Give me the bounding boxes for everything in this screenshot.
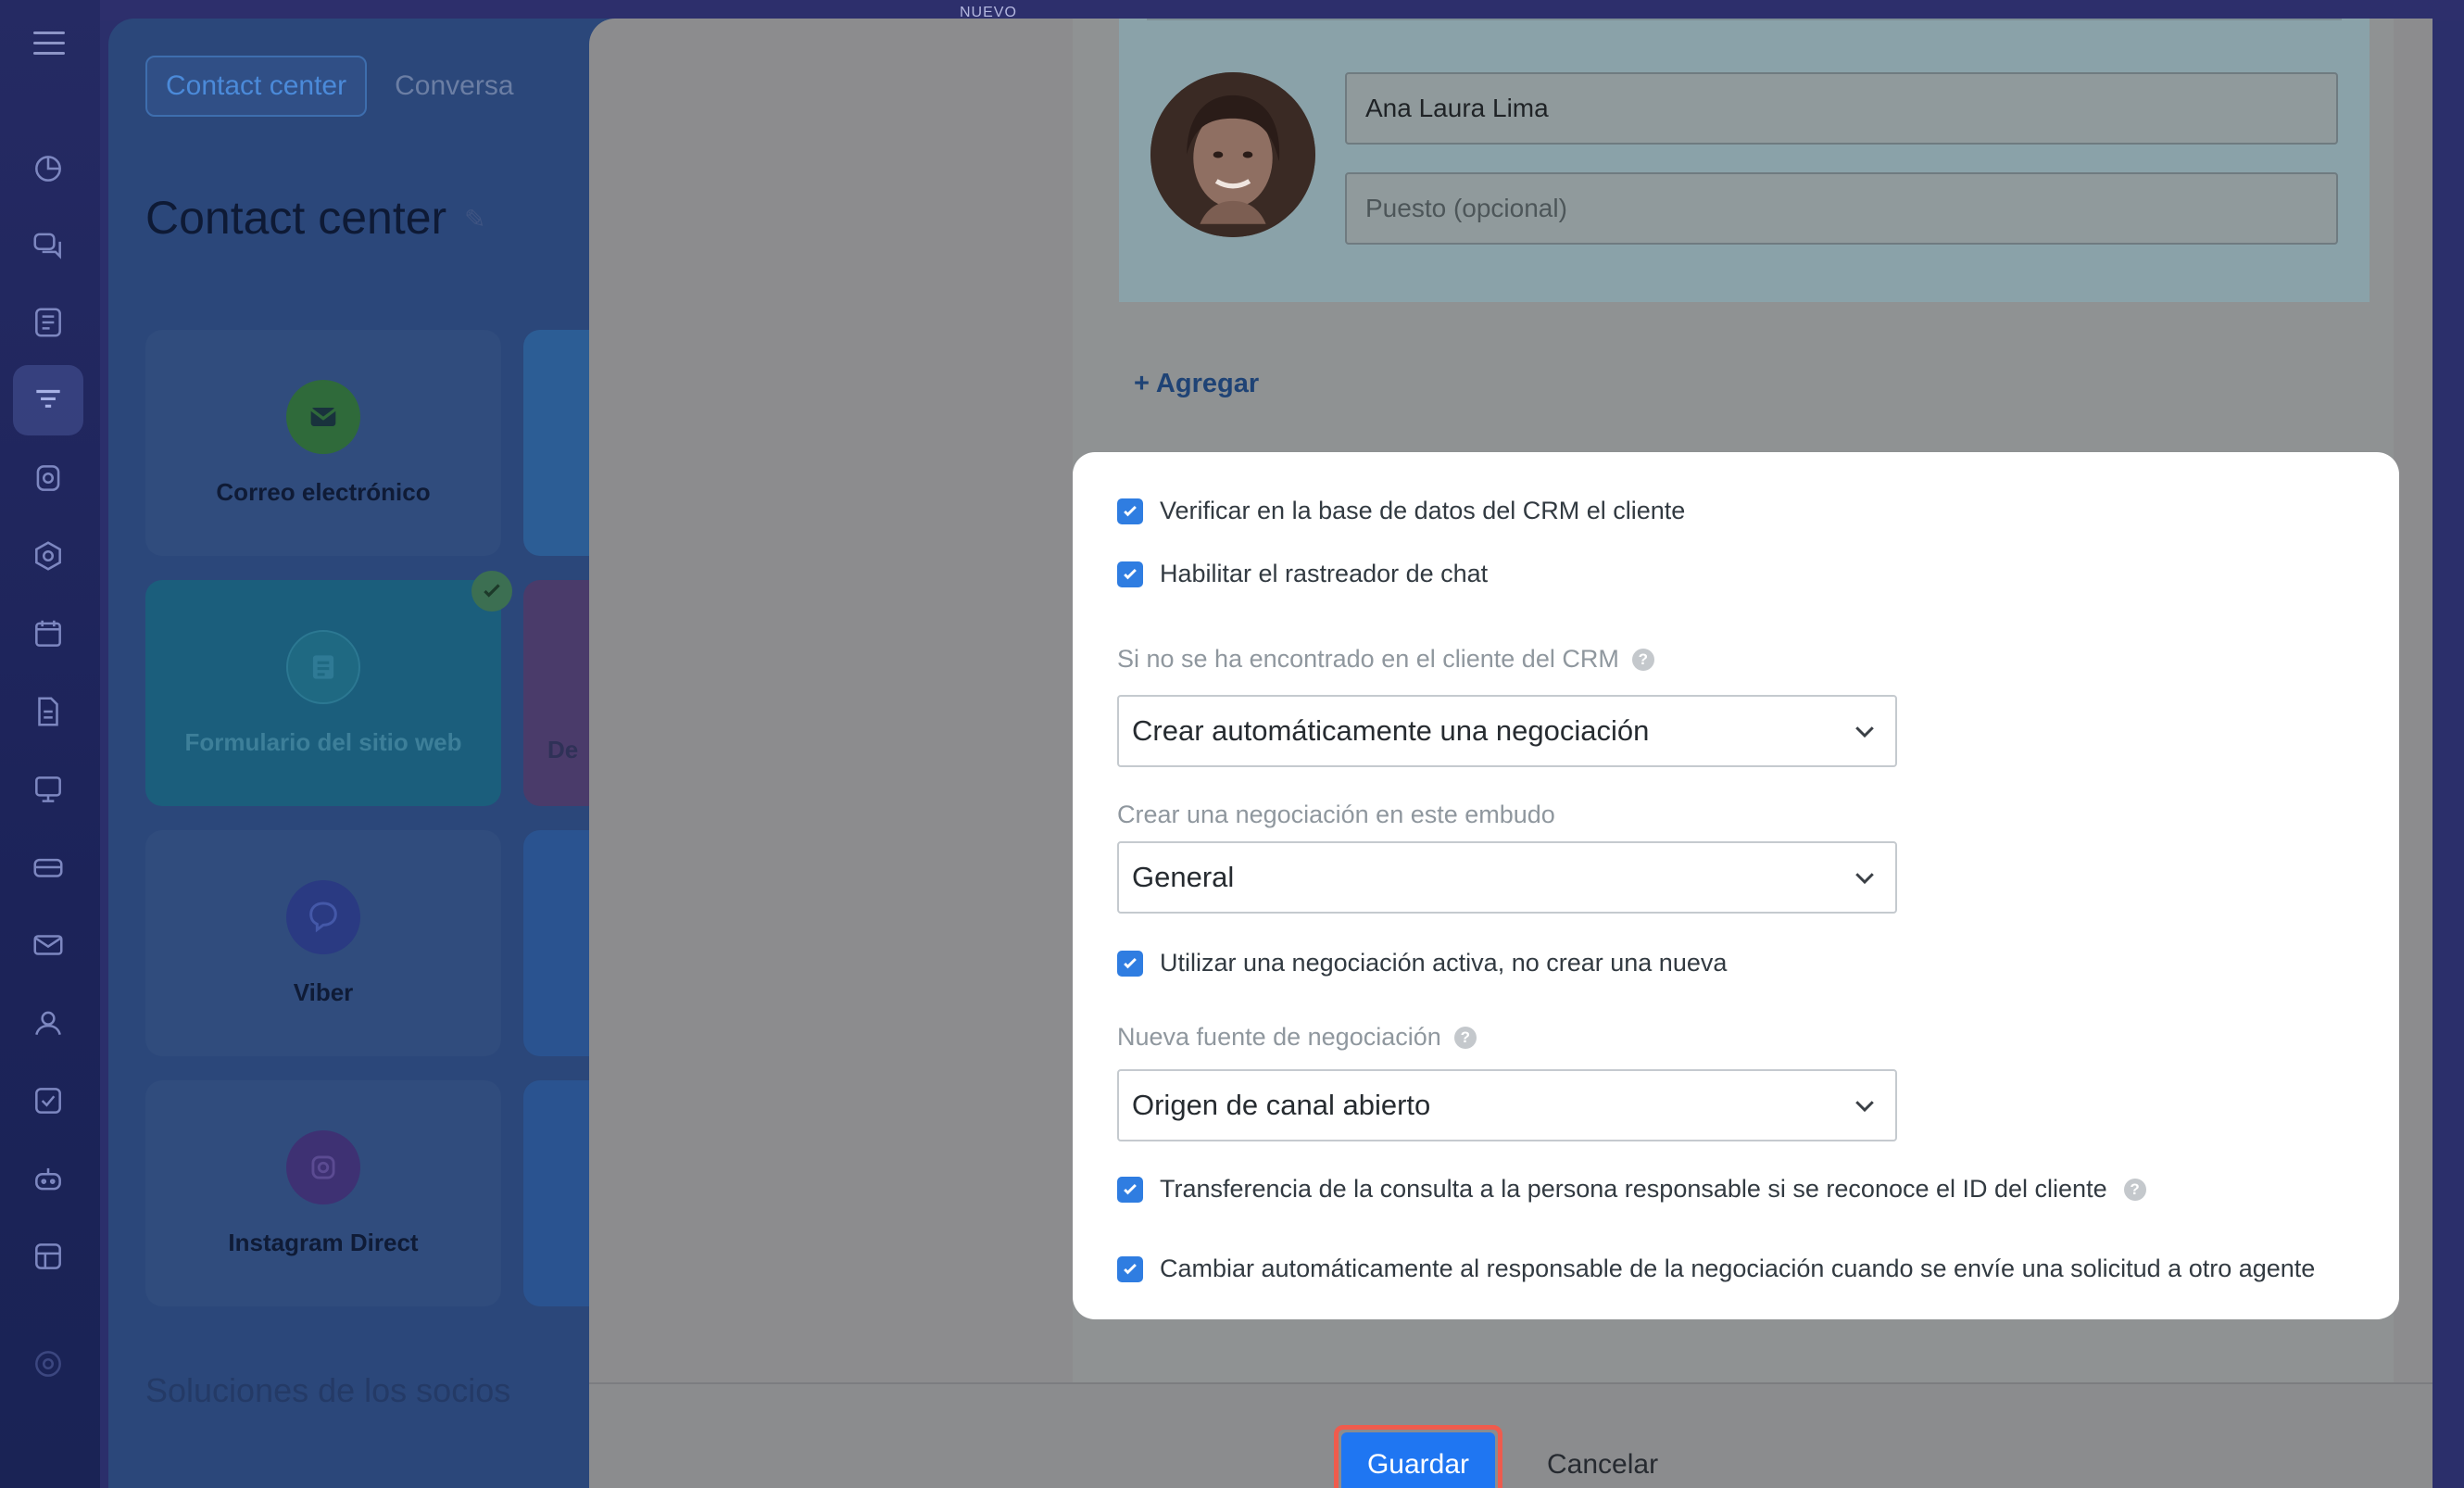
help-icon[interactable]: ?: [1631, 648, 1654, 671]
slider-footer: Guardar Cancelar: [589, 1382, 2433, 1488]
left-sidebar: [0, 0, 100, 1488]
table-icon[interactable]: [13, 1221, 83, 1292]
presentation-icon[interactable]: [13, 754, 83, 825]
form-icon: [286, 629, 360, 704]
card-viber[interactable]: Viber: [145, 830, 501, 1056]
chart-icon[interactable]: [13, 133, 83, 204]
help-icon[interactable]: [13, 1329, 83, 1399]
card-stub[interactable]: [523, 330, 597, 556]
card-label: Instagram Direct: [228, 1228, 419, 1256]
change-responsible-row[interactable]: Cambiar automáticamente al responsable d…: [1117, 1255, 2315, 1283]
chevron-down-icon: [1855, 873, 1874, 885]
chevron-down-icon: [1855, 726, 1874, 738]
robot-icon[interactable]: [13, 1143, 83, 1214]
pipeline-select[interactable]: General: [1117, 841, 1897, 914]
checkbox-checked-icon[interactable]: [1117, 1255, 1143, 1282]
name-input[interactable]: [1365, 94, 2336, 123]
checkbox-label: Habilitar el rastreador de chat: [1160, 560, 1489, 587]
select-value: Crear automáticamente una negociación: [1132, 714, 1650, 747]
checkbox-label: Cambiar automáticamente al responsable d…: [1160, 1255, 2316, 1282]
checkbox-label: Verificar en la base de datos del CRM el…: [1160, 497, 1686, 524]
checkbox-label: Utilizar una negociación activa, no crea…: [1160, 949, 1728, 977]
avatar[interactable]: [1150, 72, 1315, 237]
name-field[interactable]: [1345, 72, 2338, 145]
card-email[interactable]: Correo electrónico: [145, 330, 501, 556]
checkbox-label: Transferencia de la consulta a la person…: [1160, 1175, 2107, 1203]
top-strip: NUEVO: [100, 0, 2464, 20]
checkbox-checked-icon[interactable]: [1117, 498, 1143, 524]
cancel-button[interactable]: Cancelar: [1547, 1432, 1658, 1488]
card-stub[interactable]: [523, 1080, 597, 1306]
checkbox-checked-icon[interactable]: [1117, 1176, 1143, 1203]
connected-check-icon: [471, 571, 512, 612]
responsible-person-box: [1119, 19, 2370, 302]
hexagon-icon[interactable]: [13, 521, 83, 591]
viber-icon: [286, 879, 360, 954]
chat-icon[interactable]: [13, 209, 83, 280]
menu-icon[interactable]: [33, 32, 65, 56]
card-label: Correo electrónico: [216, 477, 431, 506]
add-person-link[interactable]: + Agregar: [1134, 369, 1259, 399]
position-field[interactable]: [1345, 172, 2338, 245]
cube-icon[interactable]: [13, 443, 83, 513]
position-input[interactable]: [1365, 194, 2336, 223]
source-select[interactable]: Origen de canal abierto: [1117, 1069, 1897, 1141]
tab-contact-center[interactable]: Contact center: [145, 56, 368, 117]
tabs: Contact center Conversa: [145, 56, 514, 117]
transfer-row[interactable]: Transferencia de la consulta a la person…: [1117, 1175, 2146, 1204]
card-website-form[interactable]: Formulario del sitio web: [145, 580, 501, 806]
card-instagram[interactable]: Instagram Direct: [145, 1080, 501, 1306]
select-value: Origen de canal abierto: [1132, 1089, 1431, 1121]
card-stub[interactable]: [523, 830, 597, 1056]
checkbox-checked-icon[interactable]: [1117, 561, 1143, 587]
funnel-icon[interactable]: [13, 365, 83, 435]
select-value: General: [1132, 861, 1235, 893]
save-button[interactable]: Guardar: [1341, 1432, 1495, 1488]
help-icon[interactable]: ?: [1453, 1026, 1477, 1049]
chevron-down-icon: [1855, 1101, 1874, 1113]
instagram-icon: [286, 1129, 360, 1204]
card-stub-label: De: [547, 736, 579, 763]
crm-settings-card: Verificar en la base de datos del CRM el…: [1073, 452, 2399, 1319]
calendar-icon[interactable]: [13, 599, 83, 669]
mail-icon[interactable]: [13, 910, 83, 980]
help-icon[interactable]: ?: [2123, 1178, 2146, 1201]
feed-icon[interactable]: [13, 287, 83, 358]
card-label: Formulario del sitio web: [184, 727, 462, 756]
active-deal-row[interactable]: Utilizar una negociación activa, no crea…: [1117, 949, 1727, 977]
crm-check-row[interactable]: Verificar en la base de datos del CRM el…: [1117, 497, 1685, 525]
card-stub[interactable]: De: [523, 580, 597, 806]
mail-icon: [286, 379, 360, 454]
card-label: Viber: [293, 977, 354, 1006]
inbox-icon[interactable]: [13, 832, 83, 902]
not-found-label: Si no se ha encontrado en el cliente del…: [1117, 645, 1654, 674]
checklist-icon[interactable]: [13, 1066, 83, 1136]
checkbox-checked-icon[interactable]: [1117, 950, 1143, 977]
source-label: Nueva fuente de negociación ?: [1117, 1023, 1477, 1052]
chat-tracker-row[interactable]: Habilitar el rastreador de chat: [1117, 560, 1488, 588]
settings-slider: + Agregar Verificar en la base de datos …: [589, 19, 2433, 1488]
edit-title-icon[interactable]: ✎: [464, 204, 485, 234]
contacts-icon[interactable]: [13, 988, 83, 1058]
page-title: Contact center: [145, 192, 447, 244]
document-icon[interactable]: [13, 676, 83, 747]
partners-heading: Soluciones de los socios: [145, 1371, 511, 1409]
tab-conversations[interactable]: Conversa: [395, 70, 513, 102]
pipeline-label: Crear una negociación en este embudo: [1117, 801, 1555, 828]
not-found-select[interactable]: Crear automáticamente una negociación: [1117, 695, 1897, 767]
